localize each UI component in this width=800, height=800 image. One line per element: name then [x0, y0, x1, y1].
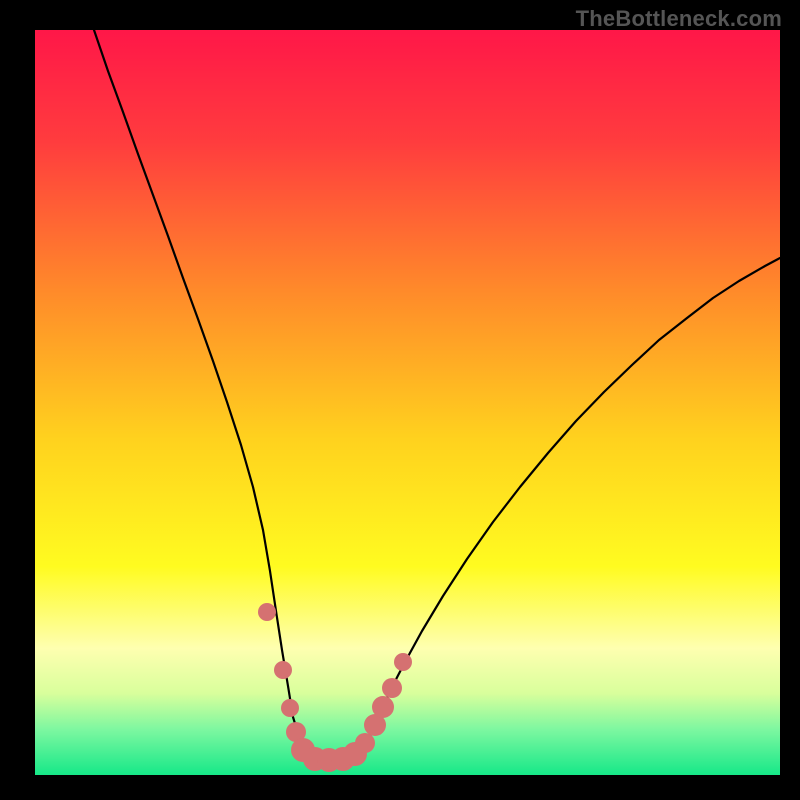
chart-svg	[35, 30, 780, 775]
curve-marker	[372, 696, 394, 718]
chart-frame: TheBottleneck.com	[0, 0, 800, 800]
curve-marker	[394, 653, 412, 671]
curve-marker	[258, 603, 276, 621]
curve-marker	[382, 678, 402, 698]
curve-marker	[274, 661, 292, 679]
curve-marker	[281, 699, 299, 717]
chart-plot-area	[35, 30, 780, 775]
curve-marker	[355, 733, 375, 753]
watermark-text: TheBottleneck.com	[576, 6, 782, 32]
